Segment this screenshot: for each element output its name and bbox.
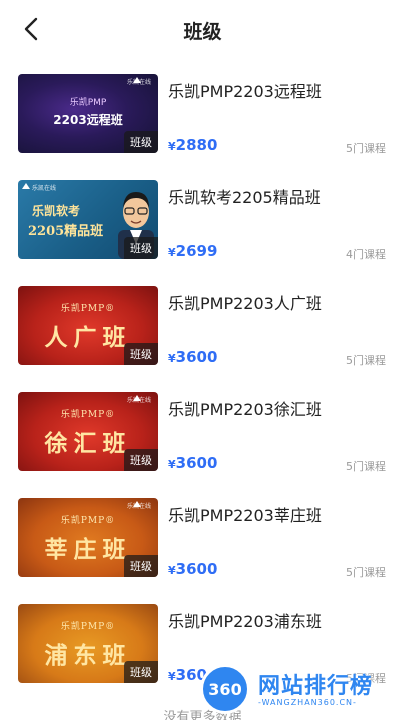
thumbnail-subtitle: 乐凯软考	[32, 204, 81, 218]
watermark-name: 网站排行榜	[258, 674, 374, 699]
class-tag: 班级	[124, 555, 158, 577]
thumbnail-subtitle: 乐凯PMP®	[60, 622, 116, 632]
course-item[interactable]: 乐凯在线 乐凯PMP® 徐汇班 班级 乐凯PMP2203徐汇班 ¥3600 5门…	[0, 392, 405, 498]
price-value: 2699	[175, 242, 218, 260]
site-watermark: 360 网站排行榜 -WANGZHAN360.CN-	[200, 662, 405, 720]
currency-symbol: ¥	[168, 140, 176, 153]
currency-symbol: ¥	[168, 458, 176, 471]
currency-symbol: ¥	[168, 670, 176, 683]
thumbnail-brand: 乐凯在线	[32, 185, 57, 192]
watermark-domain: -WANGZHAN360.CN-	[258, 698, 357, 707]
thumbnail-subtitle: 乐凯PMP®	[60, 304, 116, 314]
lesson-count: 5门课程	[346, 142, 386, 155]
course-item[interactable]: 乐凯在线 乐凯PMP® 莘庄班 班级 乐凯PMP2203莘庄班 ¥3600 5门…	[0, 498, 405, 604]
thumbnail-heading: 2203远程班	[53, 113, 123, 127]
thumbnail-subtitle: 乐凯PMP®	[60, 516, 116, 526]
course-item[interactable]: 乐凯在线 乐凯软考 2205精品班 班级 乐凯软考2205精品班 ¥2699 4…	[0, 180, 405, 286]
class-tag: 班级	[124, 237, 158, 259]
price-value: 2880	[175, 136, 218, 154]
course-title: 乐凯PMP2203莘庄班	[168, 506, 322, 525]
course-thumbnail: 乐凯在线 乐凯PMP® 莘庄班 班级	[18, 498, 158, 577]
course-title: 乐凯软考2205精品班	[168, 188, 321, 207]
course-thumbnail: 乐凯PMP® 浦东班 班级	[18, 604, 158, 683]
course-title: 乐凯PMP2203远程班	[168, 82, 322, 101]
watermark-logo: 360	[200, 664, 250, 714]
lesson-count: 4门课程	[346, 248, 386, 261]
currency-symbol: ¥	[168, 564, 176, 577]
course-thumbnail: 乐凯在线 乐凯软考 2205精品班 班级	[18, 180, 158, 259]
course-title: 乐凯PMP2203浦东班	[168, 612, 322, 631]
course-price: ¥2880	[168, 136, 217, 154]
course-price: ¥3600	[168, 560, 217, 578]
thumbnail-subtitle: 乐凯PMP®	[60, 410, 116, 420]
lesson-count: 5门课程	[346, 354, 386, 367]
class-tag: 班级	[124, 343, 158, 365]
price-value: 3600	[175, 348, 218, 366]
course-title: 乐凯PMP2203徐汇班	[168, 400, 322, 419]
thumbnail-brand: 乐凯在线	[126, 503, 151, 510]
brand-logo-icon	[22, 183, 30, 189]
lesson-count: 5门课程	[346, 566, 386, 579]
course-price: ¥3600	[168, 348, 217, 366]
currency-symbol: ¥	[168, 352, 176, 365]
class-tag: 班级	[124, 661, 158, 683]
thumbnail-subtitle: 乐凯PMP	[69, 98, 107, 108]
thumbnail-heading: 2205精品班	[28, 224, 104, 239]
page-title: 班级	[183, 21, 222, 43]
lesson-count: 5门课程	[346, 460, 386, 473]
course-item[interactable]: 乐凯PMP® 人广班 班级 乐凯PMP2203人广班 ¥3600 5门课程	[0, 286, 405, 392]
class-tag: 班级	[124, 449, 158, 471]
course-thumbnail: 乐凯在线 乐凯PMP® 徐汇班 班级	[18, 392, 158, 471]
price-value: 3600	[175, 560, 218, 578]
course-item[interactable]: 乐凯在线 乐凯PMP 2203远程班 班级 乐凯PMP2203远程班 ¥2880…	[0, 74, 405, 180]
thumbnail-brand: 乐凯在线	[126, 79, 151, 86]
course-title: 乐凯PMP2203人广班	[168, 294, 322, 313]
top-bar: 班级	[0, 0, 405, 62]
currency-symbol: ¥	[168, 246, 176, 259]
course-price: ¥2699	[168, 242, 217, 260]
course-price: ¥3600	[168, 454, 217, 472]
course-thumbnail: 乐凯在线 乐凯PMP 2203远程班 班级	[18, 74, 158, 153]
course-list: 乐凯在线 乐凯PMP 2203远程班 班级 乐凯PMP2203远程班 ¥2880…	[0, 74, 405, 710]
class-tag: 班级	[124, 131, 158, 153]
thumbnail-brand: 乐凯在线	[126, 397, 151, 404]
price-value: 3600	[175, 454, 218, 472]
course-thumbnail: 乐凯PMP® 人广班 班级	[18, 286, 158, 365]
